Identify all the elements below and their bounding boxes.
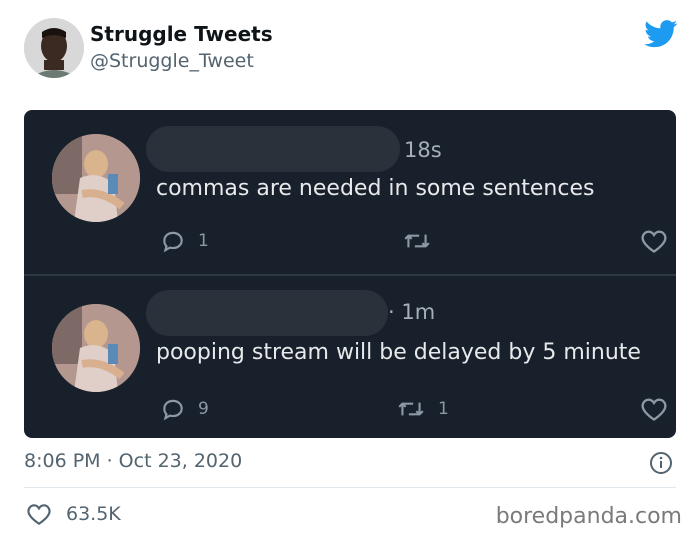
tweet-header: Struggle Tweets @Struggle_Tweet <box>0 0 700 100</box>
tweet-time: · 1m <box>388 300 436 324</box>
redacted-username <box>146 290 388 336</box>
heart-icon <box>641 230 667 253</box>
like-count: 63.5K <box>66 503 121 525</box>
like-button[interactable] <box>640 228 668 254</box>
info-icon[interactable] <box>649 451 673 475</box>
divider <box>24 487 676 488</box>
tweet-text: pooping stream will be delayed by 5 minu… <box>156 340 641 365</box>
avatar <box>52 304 140 392</box>
like-stat[interactable]: 63.5K <box>26 502 121 526</box>
author-avatar[interactable] <box>24 18 84 78</box>
tweet-time: 18s <box>404 138 442 162</box>
heart-icon <box>641 398 667 421</box>
reply-button[interactable]: 1 <box>160 228 209 254</box>
reply-icon <box>163 231 183 253</box>
heart-icon <box>27 504 51 526</box>
embedded-tweet: 18s commas are needed in some sentences … <box>24 110 676 272</box>
watermark: boredpanda.com <box>495 504 682 529</box>
retweet-icon <box>398 402 424 416</box>
retweet-button[interactable] <box>402 228 444 254</box>
retweet-count: 1 <box>438 399 449 419</box>
tweet-timestamp[interactable]: 8:06 PM · Oct 23, 2020 <box>24 450 242 472</box>
reply-icon <box>163 399 183 421</box>
reply-count: 9 <box>198 399 209 419</box>
redacted-username <box>146 126 400 172</box>
reply-count: 1 <box>198 231 209 251</box>
tweet-text: commas are needed in some sentences <box>156 176 595 201</box>
reply-button[interactable]: 9 <box>160 396 209 422</box>
embedded-tweet: · 1m pooping stream will be delayed by 5… <box>24 276 676 438</box>
author-handle[interactable]: @Struggle_Tweet <box>90 50 254 72</box>
retweet-icon <box>404 234 430 248</box>
like-button[interactable] <box>640 396 668 422</box>
author-name[interactable]: Struggle Tweets <box>90 22 273 46</box>
twitter-bird-icon[interactable] <box>644 20 678 48</box>
embedded-screenshot: 18s commas are needed in some sentences … <box>24 110 676 438</box>
avatar <box>52 134 140 222</box>
retweet-button[interactable]: 1 <box>396 396 449 422</box>
